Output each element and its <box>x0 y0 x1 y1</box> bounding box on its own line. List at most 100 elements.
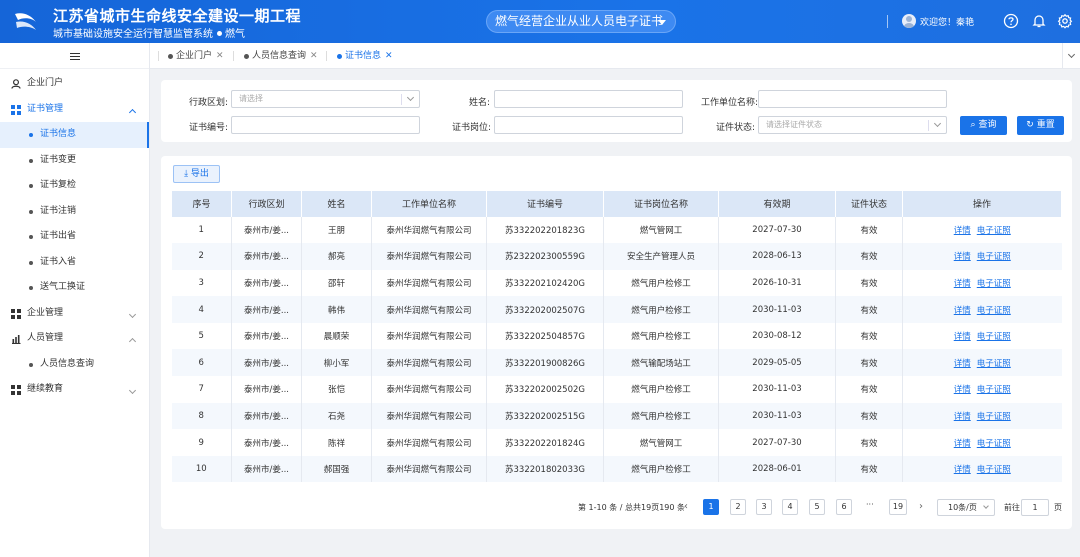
close-icon[interactable]: ✕ <box>216 51 224 61</box>
table-cell: 张恺 <box>301 376 372 403</box>
position-input[interactable] <box>494 116 683 134</box>
reset-button[interactable]: ↻ 重置 <box>1017 116 1064 135</box>
table-cell: 1 <box>171 216 232 244</box>
detail-link[interactable]: 详情 <box>954 332 971 342</box>
page-button[interactable]: 2 <box>730 499 746 515</box>
table-panel: ⤓ 导出 序号 行政区划 姓名 工作单位名称 证书编号 证书岗位名称 有效期 证… <box>161 156 1072 529</box>
sidebar-item-cert-management[interactable]: 证书管理 <box>0 97 149 123</box>
welcome-text[interactable]: 欢迎您！秦艳 <box>920 15 974 28</box>
prev-page-button[interactable]: ‹ <box>680 499 692 515</box>
status-select[interactable]: 请选择证件状态 <box>758 116 947 134</box>
detail-link[interactable]: 详情 <box>954 279 971 289</box>
cert-no-input[interactable] <box>231 116 420 134</box>
bell-icon[interactable] <box>1031 13 1047 29</box>
e-cert-link[interactable]: 电子证照 <box>977 226 1011 236</box>
chevron-up-icon <box>128 108 137 116</box>
e-cert-link[interactable]: 电子证照 <box>977 412 1011 422</box>
page-button[interactable]: 1 <box>703 499 719 515</box>
table-cell: 石尧 <box>301 402 372 430</box>
e-cert-link[interactable]: 电子证照 <box>977 359 1011 369</box>
column-header[interactable]: 证书编号 <box>486 190 604 217</box>
column-header[interactable]: 姓名 <box>301 190 372 217</box>
company-input[interactable] <box>758 90 947 108</box>
sidebar-subitem-cert-cancel[interactable]: 证书注销 <box>0 199 149 225</box>
column-header[interactable]: 有效期 <box>718 190 836 217</box>
table-cell: 泰州华润燃气有限公司 <box>371 402 487 430</box>
column-header[interactable]: 证书岗位名称 <box>603 190 719 217</box>
tab-divider <box>158 51 159 61</box>
detail-link[interactable]: 详情 <box>954 465 971 475</box>
detail-link[interactable]: 详情 <box>954 226 971 236</box>
goto-page-input[interactable]: 1 <box>1021 499 1049 516</box>
sidebar-toggle[interactable] <box>0 43 149 69</box>
sidebar-item-enterprise-management[interactable]: 企业管理 <box>0 301 149 327</box>
tabs-more-button[interactable] <box>1062 43 1080 69</box>
sidebar-subitem-cert-renew[interactable]: 送气工换证 <box>0 275 149 301</box>
sidebar-subitem-cert-in[interactable]: 证书入省 <box>0 250 149 276</box>
sidebar-subitem-personnel-query[interactable]: 人员信息查询 <box>0 352 149 378</box>
table-cell: 有效 <box>835 376 903 403</box>
menu-icon <box>70 53 80 60</box>
e-cert-link[interactable]: 电子证照 <box>977 306 1011 316</box>
close-icon[interactable]: ✕ <box>310 51 318 61</box>
tab-bar: 企业门户 ✕ 人员信息查询 ✕ 证书信息 ✕ <box>150 43 1080 69</box>
detail-link[interactable]: 详情 <box>954 412 971 422</box>
status-label: 证件状态: <box>716 123 756 133</box>
caret-down-icon <box>658 20 666 25</box>
page-ellipsis[interactable]: ··· <box>866 500 874 509</box>
tab-personnel-query[interactable]: 人员信息查询 ✕ <box>242 43 318 69</box>
position-label: 证书岗位: <box>452 123 492 133</box>
sidebar-item-personnel-management[interactable]: 人员管理 <box>0 326 149 352</box>
e-cert-link[interactable]: 电子证照 <box>977 332 1011 342</box>
system-select[interactable]: 燃气经营企业从业人员电子证书 <box>486 10 676 33</box>
page-size-select[interactable]: 10条/页 <box>937 499 995 516</box>
name-input[interactable] <box>494 90 683 108</box>
sidebar-subitem-cert-out[interactable]: 证书出省 <box>0 224 149 250</box>
page-button[interactable]: 6 <box>836 499 852 515</box>
table-cell: 燃气管网工 <box>603 216 719 244</box>
e-cert-link[interactable]: 电子证照 <box>977 385 1011 395</box>
e-cert-link[interactable]: 电子证照 <box>977 439 1011 449</box>
query-button[interactable]: ⌕ 查询 <box>960 116 1007 135</box>
chevron-up-icon <box>128 337 137 346</box>
sidebar-subitem-cert-change[interactable]: 证书变更 <box>0 148 149 174</box>
region-select[interactable]: 请选择 <box>231 90 420 108</box>
table-cell: 安全生产管理人员 <box>603 243 719 270</box>
table-cell: 燃气管网工 <box>603 429 719 456</box>
detail-link[interactable]: 详情 <box>954 439 971 449</box>
column-header[interactable]: 工作单位名称 <box>371 190 487 217</box>
next-page-button[interactable]: › <box>915 499 927 515</box>
detail-link[interactable]: 详情 <box>954 252 971 262</box>
avatar[interactable] <box>902 14 916 28</box>
table-cell: 泰州市/姜... <box>231 243 302 270</box>
table-cell: 燃气用户检修工 <box>603 269 719 297</box>
sidebar-subitem-cert-recheck[interactable]: 证书复检 <box>0 173 149 199</box>
close-icon[interactable]: ✕ <box>385 51 393 61</box>
export-button[interactable]: ⤓ 导出 <box>173 165 220 183</box>
column-header[interactable]: 证件状态 <box>835 190 903 217</box>
detail-link[interactable]: 详情 <box>954 359 971 369</box>
e-cert-link[interactable]: 电子证照 <box>977 279 1011 289</box>
tab-cert-info[interactable]: 证书信息 ✕ <box>335 43 393 69</box>
column-header[interactable]: 序号 <box>171 190 232 217</box>
page-button[interactable]: 3 <box>756 499 772 515</box>
e-cert-link[interactable]: 电子证照 <box>977 252 1011 262</box>
page-button[interactable]: 4 <box>782 499 798 515</box>
tab-enterprise-portal[interactable]: 企业门户 ✕ <box>166 43 224 69</box>
table-cell: 有效 <box>835 296 903 323</box>
e-cert-link[interactable]: 电子证照 <box>977 465 1011 475</box>
detail-link[interactable]: 详情 <box>954 385 971 395</box>
table-row: 5 泰州市/姜... 晨顺荣 泰州华润燃气有限公司 苏332202504857G 燃气用户… <box>171 322 1062 350</box>
page-button[interactable]: 5 <box>809 499 825 515</box>
column-header[interactable]: 行政区划 <box>231 190 302 217</box>
table-cell: 7 <box>171 376 232 403</box>
detail-link[interactable]: 详情 <box>954 306 971 316</box>
settings-icon[interactable] <box>1057 13 1073 29</box>
table-cell: 2026-10-31 <box>718 269 836 297</box>
page-button[interactable]: 19 <box>889 499 907 515</box>
sidebar-subitem-cert-info[interactable]: 证书信息 <box>0 122 149 148</box>
help-icon[interactable] <box>1003 13 1019 29</box>
sidebar-item-continuing-education[interactable]: 继续教育 <box>0 377 149 403</box>
sidebar-item-enterprise-portal[interactable]: 企业门户 <box>0 71 149 97</box>
column-header[interactable]: 操作 <box>902 190 1062 217</box>
